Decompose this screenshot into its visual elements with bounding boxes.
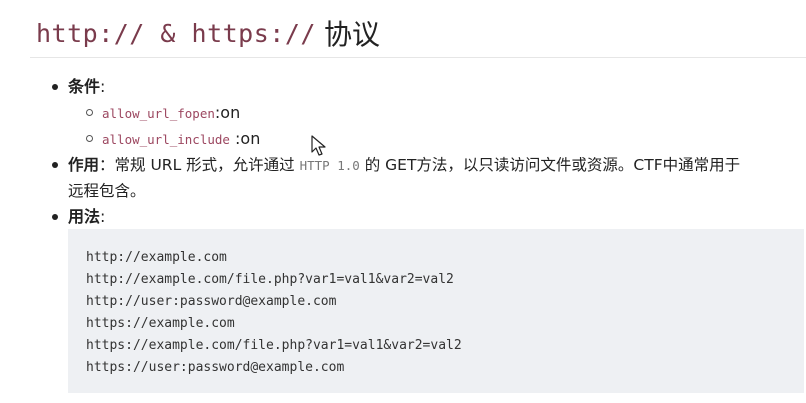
condition-code: allow_url_include <box>102 132 230 147</box>
usage-desc-text: 常规 URL 形式，允许通过 <box>114 156 300 174</box>
condition-item: allow_url_fopen:on <box>102 102 240 125</box>
usage-label: 用法 <box>68 207 101 226</box>
condition-value: :on <box>229 129 261 148</box>
bullet-dot <box>52 84 58 90</box>
code-line: https://example.com <box>86 316 235 331</box>
document-page: http:// & https:// 协议 条件: allow_url_fope… <box>0 0 806 403</box>
usage-line: 用法: <box>68 206 105 228</box>
code-line: https://user:password@example.com <box>86 360 345 375</box>
condition-value: :on <box>214 103 241 122</box>
usage-desc-line2: 远程包含。 <box>68 182 146 200</box>
usage-desc-code: HTTP 1.0 <box>299 158 360 173</box>
condition-item: allow_url_include :on <box>102 128 260 151</box>
heading-code: http:// & https:// <box>36 18 316 48</box>
usage-desc-text-after: 的 GET方法，以只读访问文件或资源。CTF中通常用于 <box>359 156 741 174</box>
section-heading: http:// & https:// 协议 <box>36 10 380 56</box>
conditions-label: 条件 <box>68 77 101 96</box>
sub-bullet-circle <box>86 135 93 142</box>
bullet-dot <box>52 214 58 220</box>
conditions-sep: : <box>100 77 106 96</box>
conditions-line: 条件: <box>68 76 105 98</box>
code-block: http://example.com http://example.com/fi… <box>68 229 804 393</box>
bullet-dot <box>52 162 58 168</box>
code-line: https://example.com/file.php?var1=val1&v… <box>86 338 462 353</box>
heading-divider <box>30 57 806 58</box>
condition-code: allow_url_fopen <box>102 106 215 121</box>
code-line: http://example.com/file.php?var1=val1&va… <box>86 272 454 287</box>
code-line: http://user:password@example.com <box>86 294 337 309</box>
code-line: http://example.com <box>86 250 227 265</box>
usage-sep: : <box>100 207 106 226</box>
mouse-pointer-icon <box>311 135 326 156</box>
sub-bullet-circle <box>86 109 93 116</box>
usage-desc-line: 作用：常规 URL 形式，允许通过 HTTP 1.0 的 GET方法，以只读访问… <box>68 154 740 177</box>
usage-desc-sep: ： <box>99 156 115 174</box>
heading-suffix: 协议 <box>323 18 380 51</box>
usage-desc-label: 作用 <box>68 156 100 174</box>
